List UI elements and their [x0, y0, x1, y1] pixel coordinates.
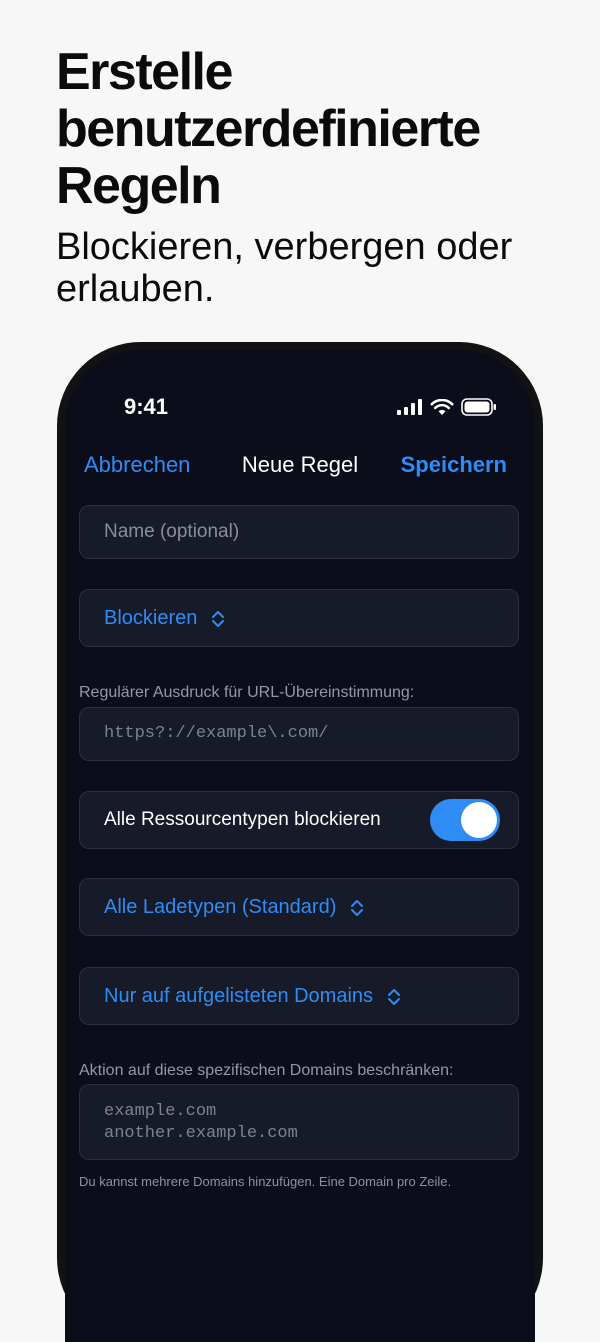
- name-field[interactable]: Name (optional): [79, 505, 519, 559]
- domains-placeholder-line: another.example.com: [104, 1124, 298, 1143]
- action-select[interactable]: Blockieren: [79, 589, 519, 647]
- domains-label: Aktion auf diese spezifischen Domains be…: [79, 1062, 454, 1079]
- headline-line: Erstelle: [56, 43, 233, 101]
- action-select-value: Blockieren: [104, 607, 198, 629]
- phone-screen: 9:41 Neue Regel Abbrechen Speichern Name…: [65, 350, 535, 1342]
- domain-mode-select[interactable]: Nur auf aufgelisteten Domains: [79, 967, 519, 1025]
- battery-icon: [461, 398, 496, 416]
- signal-icon: [397, 399, 422, 415]
- subline-line: erlauben.: [56, 268, 215, 310]
- domain-mode-select-label: Nur auf aufgelisteten Domains: [104, 985, 401, 1008]
- all-resources-row: Alle Ressourcentypen blockieren: [79, 791, 519, 849]
- wifi-icon: [430, 398, 454, 415]
- nav-bar: Neue Regel Abbrechen Speichern: [65, 450, 535, 486]
- load-type-select-value: Alle Ladetypen (Standard): [104, 896, 337, 918]
- load-type-select[interactable]: Alle Ladetypen (Standard): [79, 878, 519, 936]
- cancel-button[interactable]: Abbrechen: [84, 452, 190, 478]
- toggle-knob: [461, 802, 497, 838]
- status-icons: [397, 398, 497, 416]
- status-time: 9:41: [124, 394, 169, 419]
- load-type-select-label: Alle Ladetypen (Standard): [104, 896, 364, 919]
- promo-subline: Blockieren, verbergen oder erlauben.: [56, 226, 576, 310]
- chevron-up-down-icon: [351, 899, 364, 916]
- domains-hint: Du kannst mehrere Domains hinzufügen. Ei…: [79, 1174, 452, 1189]
- domains-placeholder: example.com another.example.com: [104, 1101, 298, 1145]
- domain-mode-select-value: Nur auf aufgelisteten Domains: [104, 985, 374, 1007]
- phone-frame: 9:41 Neue Regel Abbrechen Speichern Name…: [57, 342, 543, 1342]
- action-select-label: Blockieren: [104, 607, 225, 630]
- domains-placeholder-line: example.com: [104, 1102, 217, 1121]
- subline-line: Blockieren, verbergen oder: [56, 226, 513, 268]
- name-placeholder: Name (optional): [104, 521, 240, 542]
- regex-label: Regulärer Ausdruck für URL-Übereinstimmu…: [79, 684, 415, 701]
- domains-textarea[interactable]: example.com another.example.com: [79, 1084, 519, 1160]
- promo-headline: Erstelle benutzerdefinierte Regeln: [56, 44, 576, 215]
- save-button[interactable]: Speichern: [401, 452, 507, 478]
- regex-placeholder: https?://example\.com/: [104, 724, 329, 743]
- headline-line: benutzerdefinierte: [56, 100, 481, 158]
- chevron-up-down-icon: [388, 988, 401, 1005]
- all-resources-toggle[interactable]: [430, 799, 500, 841]
- regex-field[interactable]: https?://example\.com/: [79, 707, 519, 761]
- headline-line: Regeln: [56, 157, 222, 215]
- all-resources-label: Alle Ressourcentypen blockieren: [104, 809, 381, 830]
- chevron-up-down-icon: [212, 610, 225, 627]
